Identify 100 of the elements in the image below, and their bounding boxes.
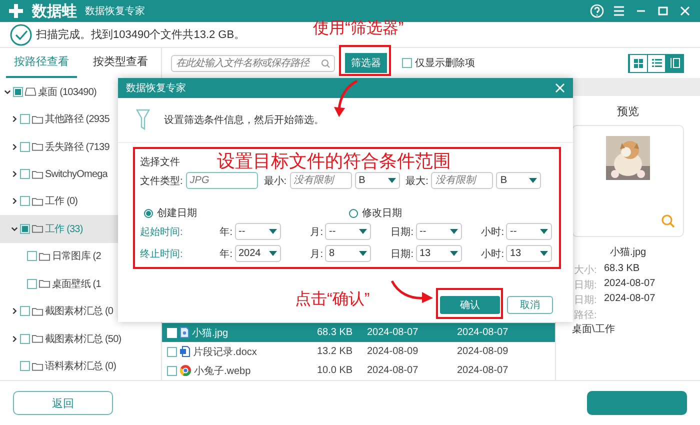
view-mode-button[interactable] xyxy=(665,54,683,72)
chevron-icon[interactable] xyxy=(11,334,18,343)
tree-item[interactable]: 截图素材汇总 (50) xyxy=(0,325,161,353)
filter-icon xyxy=(136,109,150,131)
unit-dropdown[interactable]: B xyxy=(354,172,400,189)
checkbox[interactable] xyxy=(20,224,30,234)
chevron-icon[interactable] xyxy=(11,197,18,206)
tree-label: 截图素材汇总 (50) xyxy=(45,332,122,346)
modified-date: 2024-08-07 xyxy=(457,327,510,338)
caret-icon xyxy=(450,251,458,256)
preview-title: 预览 xyxy=(617,105,639,119)
checkbox[interactable] xyxy=(20,114,30,124)
chevron-icon[interactable] xyxy=(11,142,18,151)
section-title: 选择文件 xyxy=(140,156,180,169)
folder-icon xyxy=(32,306,43,316)
time-dropdown[interactable]: 13 xyxy=(506,245,552,262)
detail-value: 2024-08-07 xyxy=(604,278,656,291)
filter-button[interactable]: 筛选器 xyxy=(345,53,387,73)
caret-icon xyxy=(529,178,538,183)
help-icon[interactable] xyxy=(590,4,604,18)
checkbox[interactable] xyxy=(167,346,177,356)
chevron-icon[interactable] xyxy=(4,88,11,96)
checkbox[interactable] xyxy=(27,251,37,262)
created-date: 2024-08-07 xyxy=(367,365,420,376)
tree-item[interactable]: 其他路径 (2935 xyxy=(0,105,161,133)
modified-date: 2024-08-07 xyxy=(457,365,510,376)
app-name: 数据蛙 xyxy=(32,2,77,20)
chevron-icon[interactable] xyxy=(11,170,18,178)
folder-icon xyxy=(39,252,50,261)
view-tab[interactable]: 按类型查看 xyxy=(85,48,156,78)
file-row[interactable]: 片段记录.docx 13.2 KB 2024-08-09 2024-08-09 xyxy=(162,342,555,361)
radio-button[interactable] xyxy=(144,208,153,218)
grid-view-icon xyxy=(634,58,643,68)
radio-button[interactable] xyxy=(349,208,358,218)
time-dropdown[interactable]: 2024 xyxy=(234,245,280,262)
chevron-icon[interactable] xyxy=(11,224,18,233)
checkbox[interactable] xyxy=(27,278,37,289)
field-label: 日期: xyxy=(390,248,414,260)
annotation-text: 使用“筛选器” xyxy=(313,18,404,39)
created-date: 2024-08-09 xyxy=(367,346,420,357)
time-dropdown[interactable]: -- xyxy=(325,223,371,240)
cancel-button[interactable]: 取消 xyxy=(507,296,553,314)
scan-status: 扫描完成。找到103490个文件共13.2 GB。 xyxy=(36,28,246,42)
folder-icon xyxy=(32,196,43,206)
unit-dropdown[interactable]: B xyxy=(496,172,542,189)
chevron-icon[interactable] xyxy=(11,115,18,124)
tree-item[interactable]: 桌面壁纸 (1 xyxy=(0,270,161,298)
browser-icon xyxy=(180,365,191,376)
checkbox[interactable] xyxy=(13,86,23,97)
folder-icon xyxy=(32,142,43,152)
file-row[interactable]: 小猫.jpg 68.3 KB 2024-08-07 2024-08-07 xyxy=(162,323,555,342)
max-size-field[interactable]: 没有限制 xyxy=(431,172,494,189)
close-icon[interactable] xyxy=(555,83,565,93)
preview-file-name: 小猫.jpg xyxy=(610,246,646,259)
tree-label: 语料素材汇总 (0) xyxy=(45,360,116,374)
field-label: 月: xyxy=(310,226,323,238)
field-label: 最大: xyxy=(406,174,428,188)
time-dropdown[interactable]: 13 xyxy=(416,245,462,262)
checkbox[interactable] xyxy=(20,306,30,316)
checkbox[interactable] xyxy=(20,334,30,344)
time-dropdown[interactable]: -- xyxy=(506,223,552,240)
field-label: 年: xyxy=(220,248,232,260)
time-dropdown[interactable]: -- xyxy=(416,223,462,240)
caret-icon xyxy=(359,251,367,256)
field-label: 文件类型: xyxy=(140,174,183,188)
checkbox[interactable] xyxy=(402,58,412,68)
caret-icon xyxy=(450,229,458,234)
caret-icon xyxy=(388,178,396,183)
maximize-icon[interactable] xyxy=(656,4,670,18)
caret-icon xyxy=(540,229,548,234)
back-button[interactable]: 返回 xyxy=(13,391,113,415)
time-dropdown[interactable]: 8 xyxy=(325,245,371,262)
close-icon[interactable] xyxy=(678,4,692,18)
checkbox[interactable] xyxy=(20,142,30,152)
tree-item[interactable]: 截图素材汇总 (0 xyxy=(0,298,161,326)
view-tab[interactable]: 按路径查看 xyxy=(6,48,77,78)
caret-icon xyxy=(540,251,548,256)
logo-icon xyxy=(8,3,24,19)
tree-label: 桌面壁纸 (1 xyxy=(52,278,101,291)
dialog-title: 数据恢复专家 xyxy=(126,82,186,95)
chevron-icon[interactable] xyxy=(11,307,18,316)
checkbox[interactable] xyxy=(20,196,30,206)
file-type-field[interactable]: JPG xyxy=(186,172,258,189)
detail-label: 日期: xyxy=(574,278,598,292)
min-size-field[interactable]: 没有限制 xyxy=(290,172,352,189)
view-mode-button[interactable] xyxy=(647,54,665,72)
checkbox[interactable] xyxy=(20,169,30,179)
checkbox[interactable] xyxy=(167,366,177,376)
search-icon[interactable] xyxy=(661,214,675,228)
confirm-button[interactable]: 确认 xyxy=(440,296,500,314)
field-label: 小时: xyxy=(481,226,504,238)
checkbox-label: 仅显示删除项 xyxy=(415,57,475,70)
menu-icon[interactable] xyxy=(612,4,626,18)
file-size: 13.2 KB xyxy=(317,346,354,357)
tree-item[interactable]: 语料素材汇总 (0) xyxy=(0,352,161,380)
annotation-text: 设置目标文件的符合条件范围 xyxy=(217,150,451,173)
time-dropdown[interactable]: -- xyxy=(234,223,280,240)
file-name: 片段记录.docx xyxy=(193,346,257,358)
checkbox[interactable] xyxy=(20,361,30,372)
file-row[interactable]: 小兔子.webp 10.0 KB 2024-08-07 2024-08-07 xyxy=(162,361,555,380)
